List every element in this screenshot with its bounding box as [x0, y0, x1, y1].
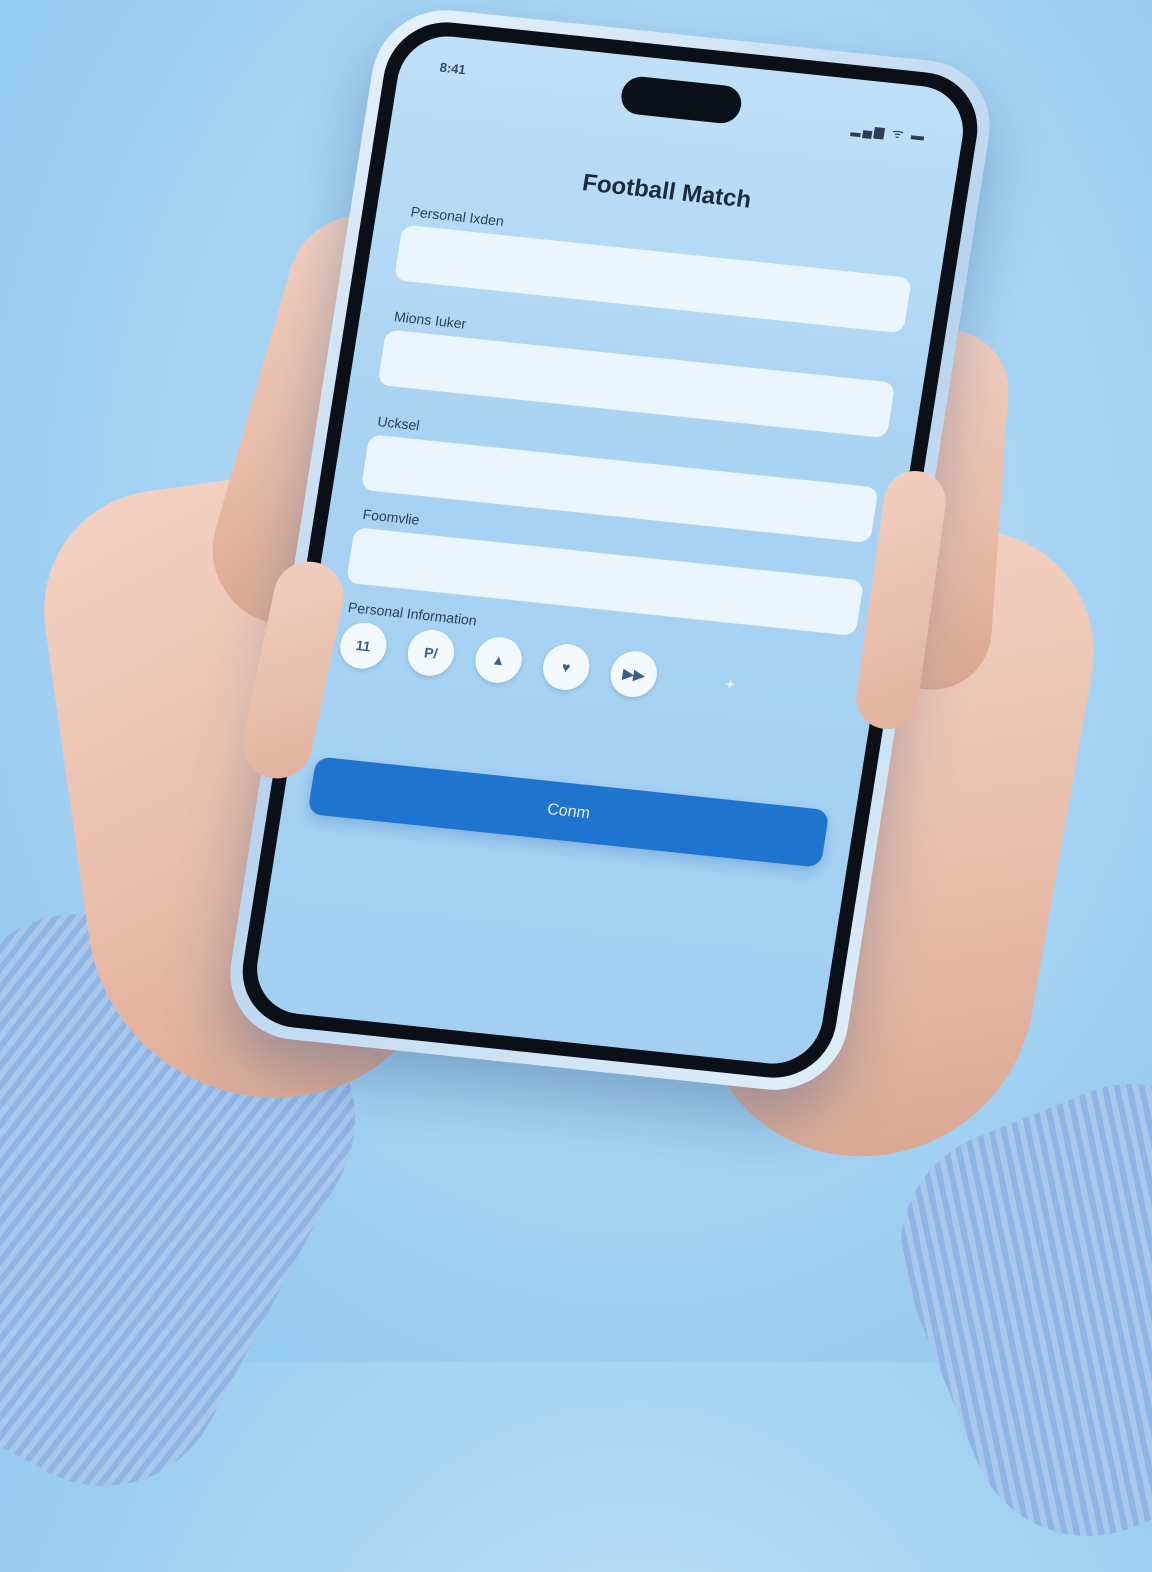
profile-icon[interactable]: P/	[404, 627, 458, 678]
status-time: 8:41	[438, 59, 467, 78]
heart-icon[interactable]: ♥	[539, 641, 593, 693]
forward-icon[interactable]: ▶▶	[607, 649, 661, 700]
photo-scene: 8:41 ▂▄▆ ᯤ ▬ Football Match Personal Ixd…	[0, 0, 1152, 1572]
sparkle-icon: ✦	[723, 675, 738, 693]
match-form: Personal Ixden Mions Iuker Ucksel Foomvl…	[333, 203, 916, 719]
number-icon[interactable]: 11	[336, 620, 390, 671]
dynamic-island	[618, 74, 744, 126]
bell-icon[interactable]: ▲	[472, 634, 526, 686]
signal-wifi-battery-icon: ▂▄▆ ᯤ ▬	[850, 121, 928, 144]
submit-button[interactable]: Conm	[307, 756, 830, 868]
